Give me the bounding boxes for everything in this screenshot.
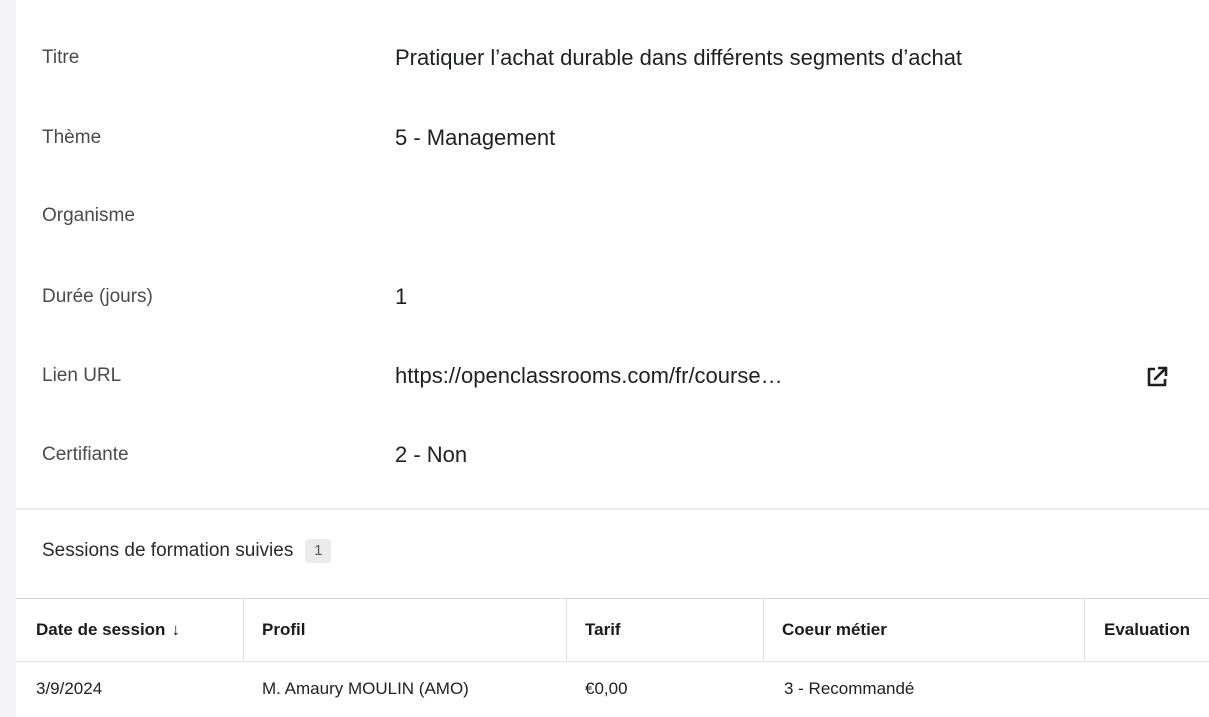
column-header-coeur-metier[interactable]: Coeur métier [782,599,887,661]
field-label: Durée (jours) [42,286,153,307]
column-separator[interactable] [566,599,567,661]
cell-tarif: €0,00 [585,679,628,698]
field-label: Lien URL [42,365,122,386]
sessions-table: Date de session ↓ Profil Tarif Coeur méti… [16,598,1209,717]
cell-date: 3/9/2024 [36,679,103,698]
field-label: Thème [42,127,102,148]
left-rail [0,0,16,717]
external-link-icon[interactable] [1144,364,1170,390]
column-separator[interactable] [243,599,244,661]
field-value[interactable]: 2 - Non [395,415,467,495]
column-header-tarif[interactable]: Tarif [585,599,621,661]
field-duree: Durée (jours) 1 [16,257,1209,337]
field-value[interactable]: 1 [395,257,407,337]
field-organisme: Organisme [16,176,1209,256]
column-header-profil[interactable]: Profil [262,599,305,661]
section-divider [16,508,1209,510]
column-header-date[interactable]: Date de session ↓ [36,599,180,661]
cell-coeur-metier: 3 - Recommandé [784,679,915,698]
table-row[interactable]: 3/9/2024 M. Amaury MOULIN (AMO) €0,00 3 … [16,661,1209,717]
field-value[interactable]: Pratiquer l’achat durable dans différent… [395,18,962,98]
url-link[interactable]: https://openclassrooms.com/fr/course… [395,336,783,416]
field-label: Organisme [42,205,135,226]
cell-profil: M. Amaury MOULIN (AMO) [262,679,469,698]
column-separator[interactable] [763,599,764,661]
sessions-title: Sessions de formation suivies [42,540,294,561]
field-certifiante: Certifiante 2 - Non [16,415,1209,495]
column-header-evaluation[interactable]: Evaluation [1104,599,1190,661]
record-fields: Titre Pratiquer l’achat durable dans dif… [16,0,1209,508]
field-theme: Thème 5 - Management [16,98,1209,178]
sort-descending-icon: ↓ [171,620,180,639]
table-header: Date de session ↓ Profil Tarif Coeur méti… [16,598,1209,662]
field-label: Certifiante [42,444,129,465]
field-titre: Titre Pratiquer l’achat durable dans dif… [16,18,1209,98]
sessions-section-header: Sessions de formation suivies 1 [42,536,332,566]
field-value[interactable]: 5 - Management [395,98,555,178]
field-lien-url: Lien URL https://openclassrooms.com/fr/c… [16,336,1209,416]
column-header-label: Date de session [36,620,166,639]
column-separator[interactable] [1084,599,1085,661]
field-label: Titre [42,47,80,68]
count-badge: 1 [305,539,332,563]
